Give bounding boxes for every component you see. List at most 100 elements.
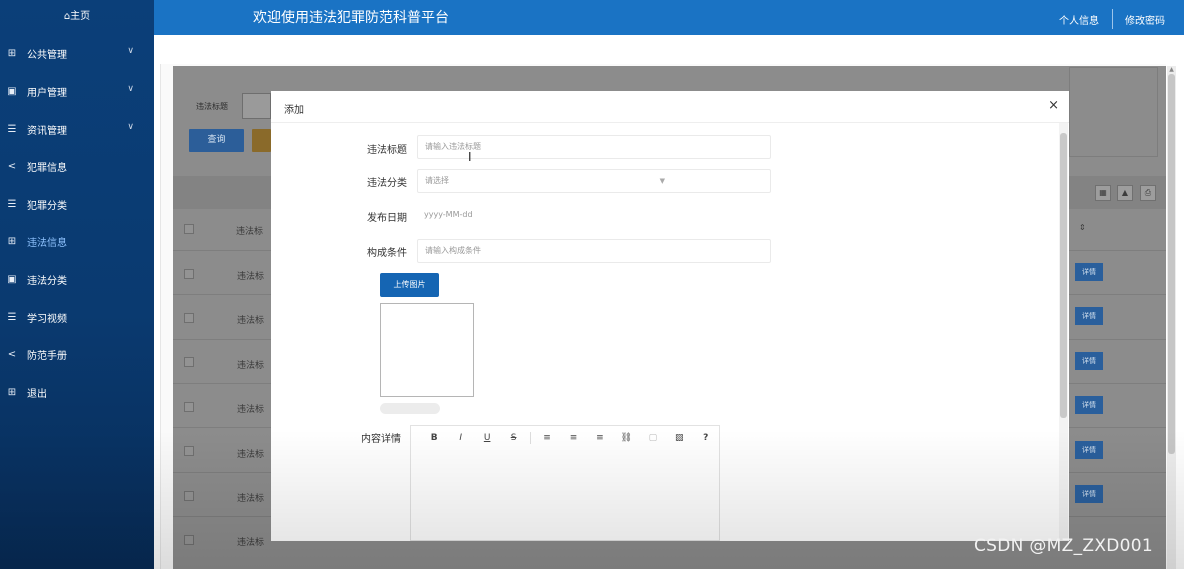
condition-input[interactable]: 请输入构成条件 <box>417 239 771 263</box>
content-label: 内容详情 <box>361 434 401 445</box>
row-checkbox[interactable] <box>184 446 194 456</box>
grid-icon: ⊞ <box>7 235 17 247</box>
date-label: 发布日期 <box>367 213 407 224</box>
sidebar: ⌂主页 ⊞ 公共管理 ∨ ▣ 用户管理 ∨ ☰ 资讯管理 ∨ < 犯罪信息 ☰ … <box>0 0 154 569</box>
dialog-title: 添加 <box>284 105 304 116</box>
sidebar-item-label: 犯罪信息 <box>27 162 67 174</box>
export-icon[interactable]: ▲ <box>1117 185 1133 201</box>
list-icon: ☰ <box>7 123 17 135</box>
table-cell: 违法标 <box>237 494 265 504</box>
row-checkbox[interactable] <box>184 402 194 412</box>
image-icon[interactable]: ▨ <box>666 433 692 443</box>
sidebar-item-crime-info[interactable]: < 犯罪信息 <box>0 148 154 184</box>
share-icon: < <box>7 160 17 172</box>
rich-text-editor[interactable]: B I U S ≡ ≡ ≡ ⛓ ▢ ▨ ? <box>410 425 720 541</box>
grid-icon: ⊞ <box>7 47 17 59</box>
change-password-link[interactable]: 修改密码 <box>1125 12 1165 27</box>
chevron-down-icon: ∨ <box>127 84 134 94</box>
book-icon: ▣ <box>7 85 17 97</box>
align-left-icon[interactable]: ≡ <box>534 433 560 443</box>
table-cell: 违法标 <box>237 405 265 415</box>
table-cell: 违法标 <box>237 361 265 371</box>
add-button[interactable] <box>252 129 271 152</box>
share-icon: < <box>7 348 17 360</box>
align-right-icon[interactable]: ≡ <box>587 433 613 443</box>
detail-button[interactable]: 详情 <box>1075 441 1103 459</box>
sidebar-item-crime-category[interactable]: ☰ 犯罪分类 <box>0 186 154 222</box>
category-select-value: 请选择 <box>425 176 449 185</box>
upload-image-button[interactable]: 上传图片 <box>380 273 439 297</box>
sidebar-item-videos[interactable]: ☰ 学习视频 <box>0 299 154 335</box>
row-checkbox[interactable] <box>184 357 194 367</box>
detail-button[interactable]: 详情 <box>1075 263 1103 281</box>
detail-button[interactable]: 详情 <box>1075 307 1103 325</box>
sidebar-item-users[interactable]: ▣ 用户管理 ∨ <box>0 73 154 109</box>
strikethrough-icon[interactable]: S <box>500 433 526 443</box>
editor-toolbar: B I U S ≡ ≡ ≡ ⛓ ▢ ▨ ? <box>411 426 719 450</box>
link-icon[interactable]: ⛓ <box>613 433 639 443</box>
sort-icon[interactable]: ⇕ <box>1079 223 1086 232</box>
query-button[interactable]: 查询 <box>189 129 244 152</box>
sidebar-item-logout[interactable]: ⊞ 退出 <box>0 374 154 410</box>
sidebar-home-link[interactable]: ⌂主页 <box>0 0 154 35</box>
sidebar-item-label: 用户管理 <box>27 87 67 99</box>
row-checkbox[interactable] <box>184 313 194 323</box>
chevron-down-icon: ∨ <box>127 46 134 56</box>
sidebar-item-manual[interactable]: < 防范手册 <box>0 336 154 372</box>
row-checkbox[interactable] <box>184 491 194 501</box>
sidebar-item-news[interactable]: ☰ 资讯管理 ∨ <box>0 111 154 147</box>
image-preview <box>380 303 474 397</box>
sidebar-item-label: 违法分类 <box>27 275 67 287</box>
sidebar-item-label: 违法信息 <box>27 237 67 249</box>
title-label: 违法标题 <box>367 145 407 156</box>
help-icon[interactable]: ? <box>693 433 719 443</box>
chevron-down-icon: ∨ <box>127 122 134 132</box>
page-scrollbar[interactable]: ▲ <box>1167 66 1176 569</box>
sidebar-item-violation-category[interactable]: ▣ 违法分类 <box>0 261 154 297</box>
sidebar-item-label: 公共管理 <box>27 49 67 61</box>
detail-button[interactable]: 详情 <box>1075 352 1103 370</box>
page-title: 欢迎使用违法犯罪防范科普平台 <box>253 10 449 26</box>
dialog-scrollbar[interactable] <box>1059 123 1068 541</box>
scrollbar-thumb[interactable] <box>1168 74 1175 454</box>
book-icon: ▣ <box>7 273 17 285</box>
select-all-checkbox[interactable] <box>184 224 194 234</box>
bold-icon[interactable]: B <box>421 433 447 443</box>
unlink-icon[interactable]: ▢ <box>640 433 666 443</box>
align-center-icon[interactable]: ≡ <box>560 433 586 443</box>
header-divider <box>1112 9 1113 29</box>
sidebar-item-violation-info[interactable]: ⊞ 违法信息 <box>0 223 154 259</box>
toolbar-divider <box>529 432 531 444</box>
sidebar-item-public[interactable]: ⊞ 公共管理 ∨ <box>0 35 154 71</box>
print-icon[interactable]: ⎙ <box>1140 185 1156 201</box>
category-label: 违法分类 <box>367 178 407 189</box>
grid-view-icon[interactable]: ▦ <box>1095 185 1111 201</box>
editor-body[interactable] <box>411 450 719 540</box>
category-select[interactable]: 请选择 ▼ <box>417 169 771 193</box>
row-checkbox[interactable] <box>184 535 194 545</box>
row-checkbox[interactable] <box>184 269 194 279</box>
caret-down-icon: ▼ <box>659 177 665 185</box>
search-input[interactable] <box>242 93 271 119</box>
profile-link[interactable]: 个人信息 <box>1059 12 1099 27</box>
date-input[interactable]: yyyy-MM-dd <box>424 210 473 219</box>
dialog-scrollbar-thumb[interactable] <box>1060 133 1067 418</box>
add-dialog: 添加 × 违法标题 请输入违法标题 违法分类 请选择 ▼ 发布日期 yyyy-M… <box>271 91 1069 541</box>
close-icon[interactable]: × <box>1048 98 1059 113</box>
column-header: 违法标 <box>236 227 264 237</box>
grid-icon: ⊞ <box>7 386 17 398</box>
list-icon: ☰ <box>7 198 17 210</box>
table-cell: 违法标 <box>237 538 265 548</box>
dialog-header: 添加 × <box>271 91 1069 123</box>
table-cell: 违法标 <box>237 450 265 460</box>
underline-icon[interactable]: U <box>474 433 500 443</box>
detail-button[interactable]: 详情 <box>1075 485 1103 503</box>
sidebar-item-label: 犯罪分类 <box>27 200 67 212</box>
italic-icon[interactable]: I <box>447 433 473 443</box>
sidebar-item-label: 防范手册 <box>27 350 67 362</box>
search-label: 违法标题 <box>196 102 228 111</box>
sidebar-item-label: 资讯管理 <box>27 125 67 137</box>
scroll-up-icon[interactable]: ▲ <box>1168 66 1175 73</box>
detail-button[interactable]: 详情 <box>1075 396 1103 414</box>
sidebar-item-label: 学习视频 <box>27 313 67 325</box>
